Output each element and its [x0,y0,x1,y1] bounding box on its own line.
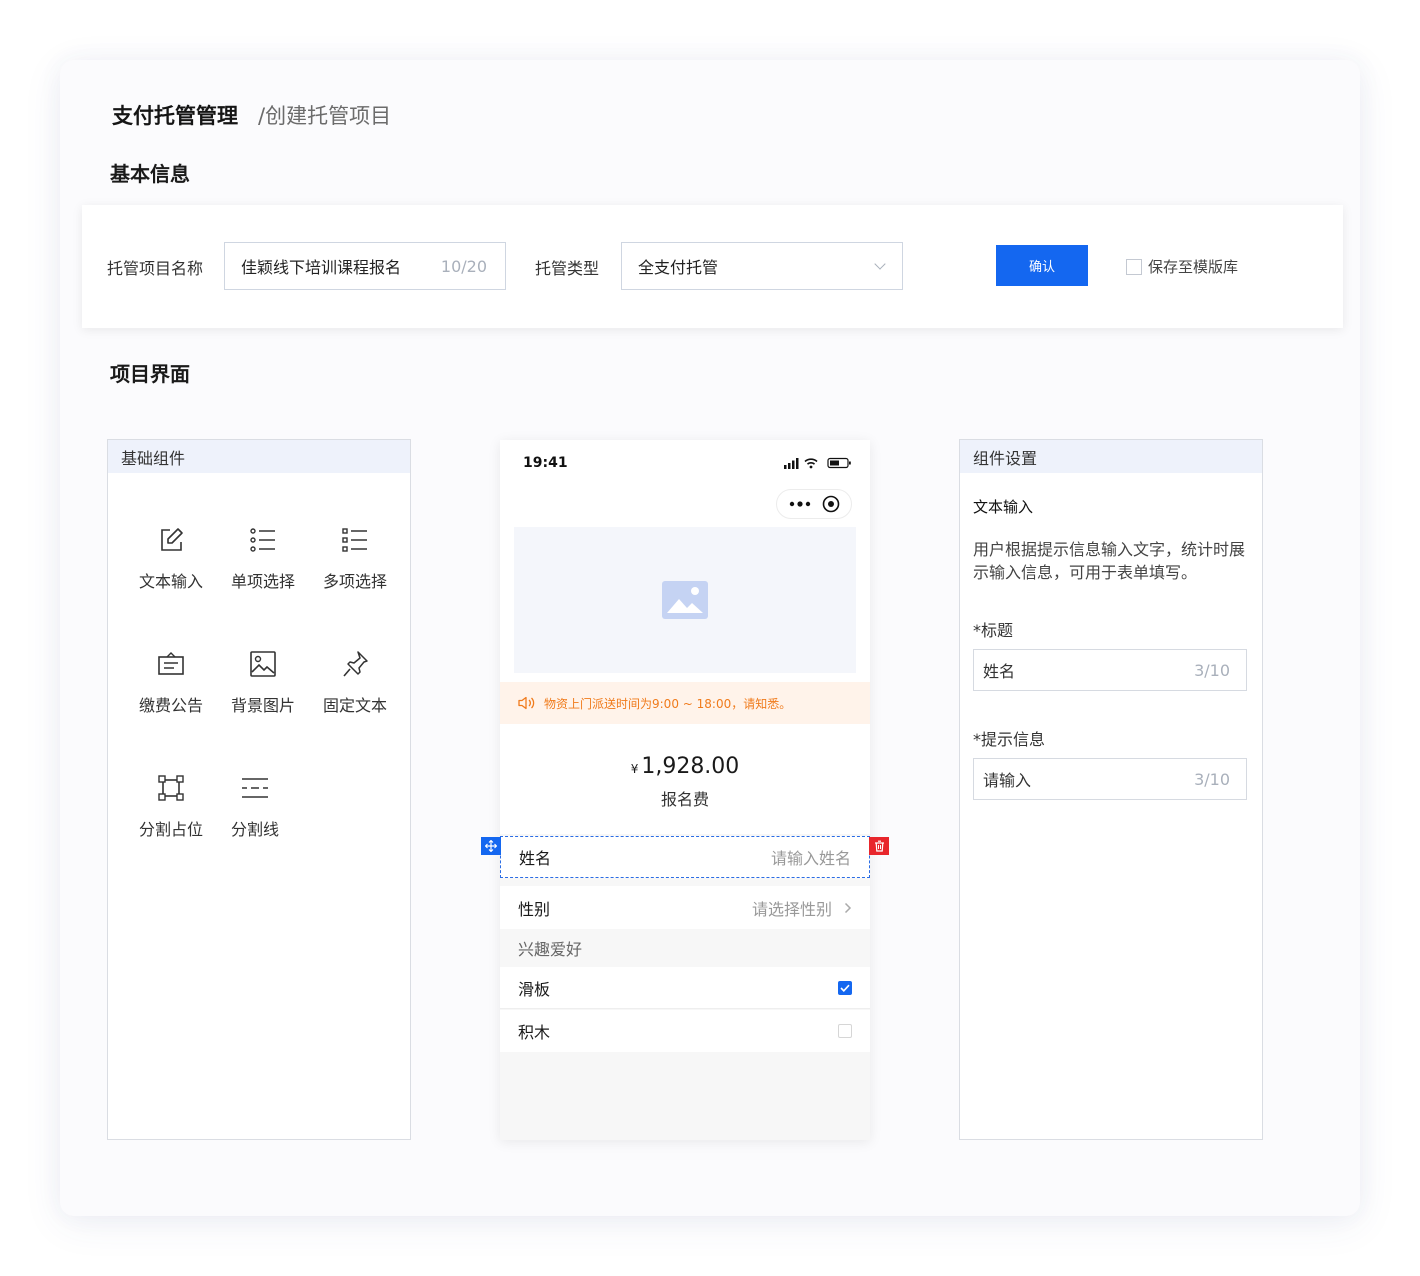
pin-icon [343,651,368,677]
project-name-input[interactable]: 佳颖线下培训课程报名 10/20 [224,242,506,290]
option-label: 滑板 [518,979,551,999]
component-label: 分割线 [230,820,279,839]
settings-description: 用户根据提示信息输入文字，统计时展示输入信息，可用于表单填写。 [973,540,1246,582]
chevron-right-icon [844,902,852,913]
price-value: 1,928.00 [641,754,740,779]
chevron-down-icon [874,258,886,270]
group-title: 兴趣爱好 [500,929,870,967]
confirm-button[interactable]: 确认 [996,245,1088,286]
components-panel-title: 基础组件 [108,440,410,473]
component-fixed-text[interactable]: 固定文本 [309,650,401,716]
single-choice-list-icon [250,528,275,552]
checkbox-icon[interactable] [1126,258,1142,275]
settings-panel-title: 组件设置 [960,440,1262,473]
option-row[interactable]: 积木 [500,1010,870,1052]
escrow-type-label: 托管类型 [535,259,600,278]
phone-preview: 19:41 物资上门派送时间为9:00 ~ 18:00，请知悉。 ¥1,928.… [481,440,889,1140]
field-label: 性别 [518,899,551,919]
move-handle-icon[interactable] [481,837,501,855]
currency-symbol: ¥ [630,762,639,776]
delete-icon[interactable] [869,837,889,855]
settings-hint-label: *提示信息 [973,730,1046,749]
banner-image-placeholder [514,527,856,673]
price-label: 报名费 [660,790,709,809]
settings-title-label: *标题 [973,621,1014,640]
field-row-gender[interactable]: 性别 请选择性别 [500,886,870,929]
component-label: 分割占位 [138,820,203,839]
mini-program-capsule[interactable] [776,489,852,519]
announcement-icon [158,652,184,675]
breadcrumb-root[interactable]: 支付托管管理 [112,100,238,130]
component-label: 单项选择 [230,572,295,591]
component-text-input[interactable]: 文本输入 [125,526,217,592]
component-label: 文本输入 [138,572,203,591]
option-row[interactable]: 滑板 [500,967,870,1009]
field-label: 姓名 [519,849,552,868]
settings-hint-value: 请输入 [983,771,1032,790]
component-single-choice[interactable]: 单项选择 [217,526,309,592]
status-icons [784,457,851,469]
escrow-type-select[interactable]: 全支付托管 [621,242,903,290]
phone-header: 19:41 [500,440,870,682]
field-placeholder: 请输入姓名 [770,849,851,868]
section-title-basic-info: 基本信息 [110,162,190,186]
save-template-label: 保存至模版库 [1148,258,1239,276]
save-template-checkbox[interactable]: 保存至模版库 [1126,256,1238,277]
edit-icon [161,528,183,551]
component-divider[interactable]: 分割线 [217,774,293,840]
breadcrumb-current: /创建托管项目 [258,104,392,128]
multi-choice-list-icon [342,528,367,552]
component-label: 缴费公告 [138,696,203,715]
project-name-counter: 10/20 [440,256,487,276]
project-name-label: 托管项目名称 [107,259,204,278]
component-spacer[interactable]: 分割占位 [125,774,217,840]
settings-title-counter: 3/10 [1194,660,1230,680]
escrow-type-value: 全支付托管 [638,258,719,277]
field-placeholder: 请选择性别 [751,899,832,919]
settings-hint-input[interactable]: 请输入 3/10 [973,758,1247,800]
component-background-image[interactable]: 背景图片 [217,650,309,716]
close-target-icon[interactable] [822,495,840,513]
component-announcement[interactable]: 缴费公告 [125,650,217,716]
component-multi-choice[interactable]: 多项选择 [309,526,401,592]
checkbox-unchecked-icon[interactable] [838,1024,852,1038]
field-row-name[interactable]: 姓名 请输入姓名 [500,836,870,878]
placeholder-frame-icon [158,775,184,801]
settings-hint-counter: 3/10 [1194,769,1230,789]
option-label: 积木 [518,1023,551,1042]
notice-bar: 物资上门派送时间为9:00 ~ 18:00，请知悉。 [500,682,870,724]
components-panel: 基础组件 文本输入 单项选择 多项选择 缴费公告 背景图片 固定文本 分割占位 … [107,439,411,1140]
speaker-icon [518,696,535,710]
price-section: ¥1,928.00 报名费 [500,724,870,834]
price-amount: ¥1,928.00 [500,754,870,779]
checkbox-checked-icon[interactable] [838,980,852,995]
settings-title-value: 姓名 [983,662,1016,681]
settings-panel: 组件设置 文本输入 用户根据提示信息输入文字，统计时展示输入信息，可用于表单填写… [959,439,1263,1140]
status-time: 19:41 [523,455,568,471]
notice-text: 物资上门派送时间为9:00 ~ 18:00，请知悉。 [544,696,792,711]
component-label: 背景图片 [230,696,295,715]
component-label: 固定文本 [322,696,387,715]
breadcrumb: 支付托管管理 /创建托管项目 [112,100,391,130]
section-title-project-ui: 项目界面 [110,362,190,386]
image-placeholder-icon [662,581,708,619]
settings-title-input[interactable]: 姓名 3/10 [973,649,1247,691]
settings-component-name: 文本输入 [973,498,1034,516]
gender-select[interactable]: 请选择性别 [752,896,852,920]
image-icon [250,651,276,677]
component-label: 多项选择 [322,572,387,591]
project-name-value: 佳颖线下培训课程报名 [241,258,402,277]
more-icon[interactable] [789,501,811,507]
divider-icon [242,778,268,798]
